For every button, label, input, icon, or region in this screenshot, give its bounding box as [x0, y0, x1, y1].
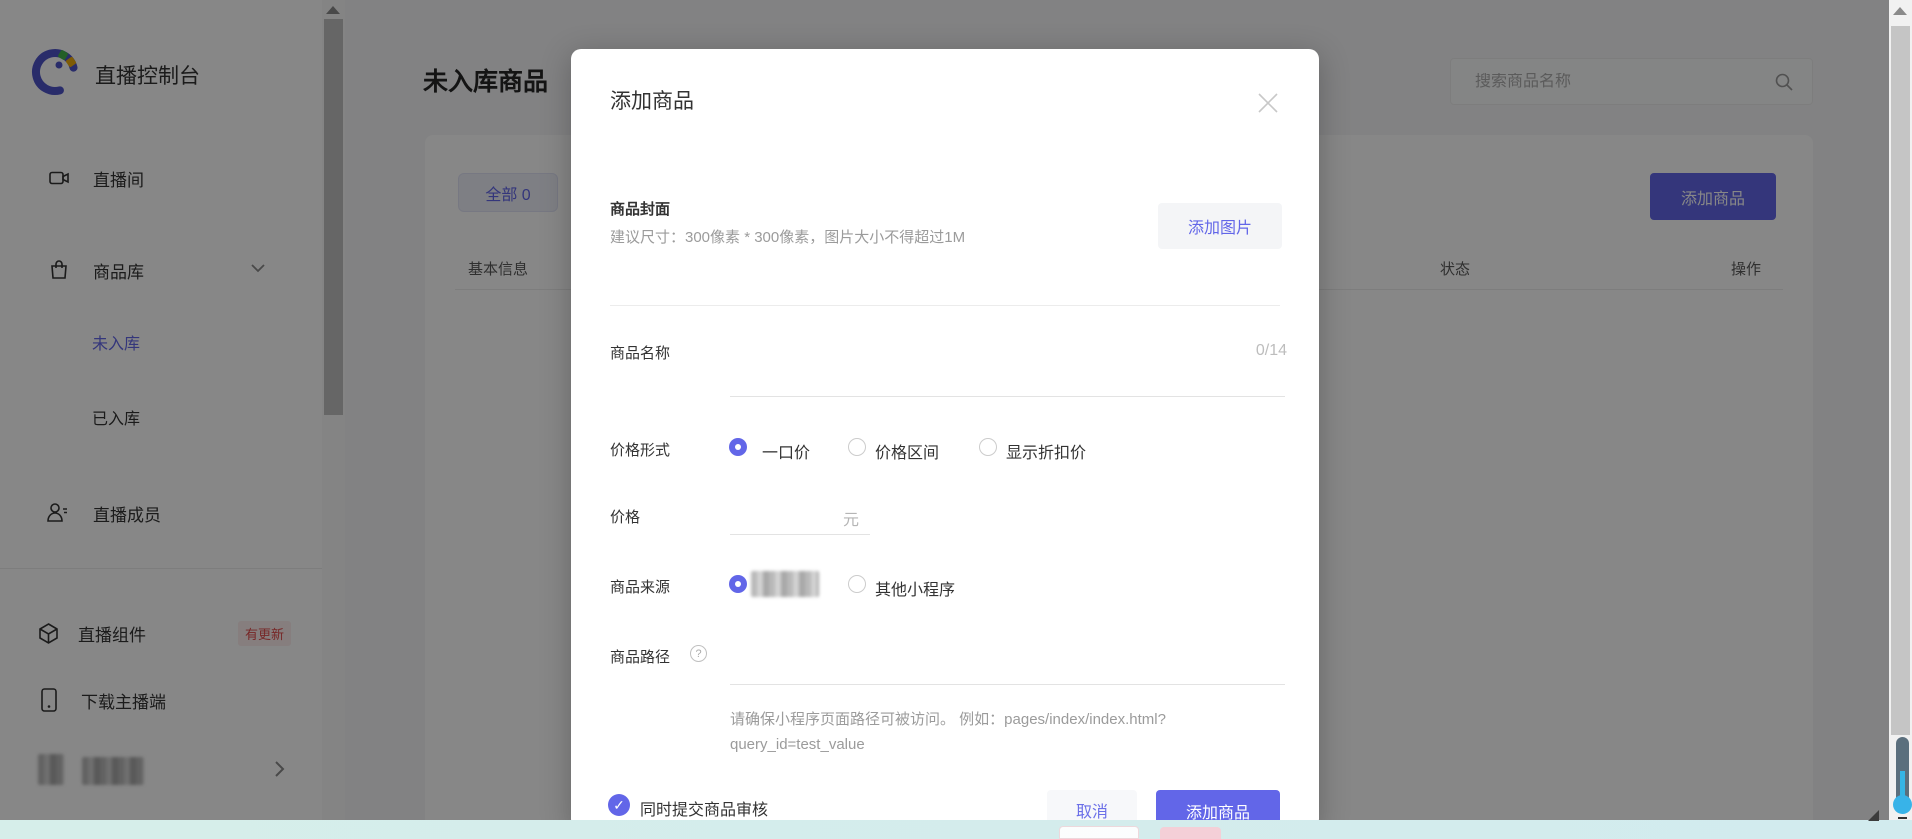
- radio-price-range[interactable]: [848, 438, 866, 456]
- scroll-up-icon[interactable]: [1893, 7, 1907, 15]
- radio-source-other[interactable]: [848, 575, 866, 593]
- radio-discount-price-label[interactable]: 显示折扣价: [1006, 439, 1086, 463]
- radio-price-range-label[interactable]: 价格区间: [875, 439, 939, 463]
- radio-source-other-label[interactable]: 其他小程序: [875, 576, 955, 600]
- name-label: 商品名称: [610, 345, 671, 362]
- modal-divider: [610, 305, 1280, 306]
- name-counter: 0/14: [1255, 342, 1287, 359]
- path-hint: 请确保小程序页面路径可被访问。 例如：pages/index/index.htm…: [730, 711, 1166, 753]
- cover-hint: 建议尺寸：300像素 * 300像素，图片大小不得超过1M: [610, 229, 966, 246]
- review-checkbox[interactable]: ✓: [608, 794, 630, 816]
- screen: 直播控制台 直播间 商品库 未入库 已入库 直播成员 直播组件 有更新 下载主播…: [0, 0, 1912, 839]
- radio-fixed-price[interactable]: [729, 438, 747, 456]
- radio-discount-price[interactable]: [979, 438, 997, 456]
- price-form-label: 价格形式: [610, 442, 671, 459]
- question-icon[interactable]: ?: [690, 645, 707, 662]
- check-icon: ✓: [613, 796, 625, 813]
- close-icon[interactable]: [1254, 89, 1282, 117]
- page-scrollbar-track[interactable]: [1889, 0, 1912, 839]
- add-image-button[interactable]: 添加图片: [1158, 203, 1282, 249]
- path-input[interactable]: [730, 649, 1285, 685]
- mouse-cursor: [1868, 810, 1879, 821]
- path-label: 商品路径: [610, 649, 671, 666]
- bottom-edge-strip: [0, 820, 1912, 839]
- price-unit: 元: [843, 512, 860, 529]
- price-label: 价格: [610, 509, 641, 526]
- review-checkbox-label: 同时提交商品审核: [640, 802, 769, 819]
- source-current-label-redacted: [751, 571, 819, 597]
- name-input[interactable]: [730, 359, 1285, 397]
- radio-source-current[interactable]: [729, 575, 747, 593]
- ghost-pink-button: [1160, 827, 1221, 839]
- scroll-indicator-widget[interactable]: [1893, 737, 1912, 819]
- scroll-indicator-ball[interactable]: [1893, 795, 1912, 814]
- scroll-indicator-dash: [1898, 817, 1907, 819]
- radio-fixed-price-label[interactable]: 一口价: [762, 439, 810, 463]
- ghost-cancel-button: [1059, 826, 1139, 839]
- page-scrollbar-thumb[interactable]: [1891, 26, 1910, 735]
- cover-label: 商品封面: [610, 201, 671, 218]
- source-label: 商品来源: [610, 579, 671, 596]
- modal-title: 添加商品: [610, 90, 694, 113]
- add-product-modal: 添加商品 商品封面 建议尺寸：300像素 * 300像素，图片大小不得超过1M …: [571, 49, 1319, 832]
